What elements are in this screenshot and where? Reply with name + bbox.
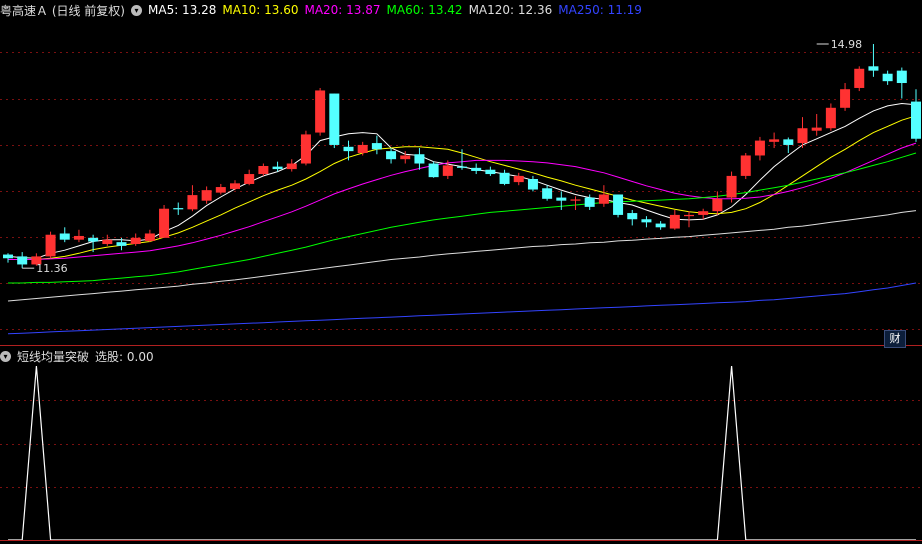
candle-body — [669, 214, 680, 229]
candle-body — [3, 254, 13, 259]
ma-legend-item: MA20: 13.87 — [304, 3, 381, 17]
candle-body — [258, 165, 269, 175]
candle-body — [911, 101, 921, 139]
candle-body — [329, 93, 340, 145]
candle-body — [712, 198, 723, 212]
ma-legend: MA5: 13.28 MA10: 13.60 MA20: 13.87 MA60: 13… — [148, 3, 648, 17]
candle-body — [726, 175, 737, 198]
candle-body — [698, 211, 709, 215]
candle-body — [570, 199, 581, 201]
indicator-value: 选股: 0.00 — [95, 349, 154, 364]
candle-body — [442, 165, 453, 176]
dropdown-toggle-icon[interactable]: ▾ — [131, 4, 142, 16]
indicator-header: ▾ 短线均量突破 选股: 0.00 — [0, 347, 160, 365]
candle-body — [754, 140, 765, 156]
candle — [854, 66, 865, 92]
candle-body — [627, 213, 638, 220]
candle-body — [215, 187, 226, 193]
candle-body — [783, 139, 794, 145]
candle-body — [527, 179, 538, 190]
candle-body — [740, 155, 751, 176]
candle-body — [684, 214, 694, 217]
annotation-label: 14.98 — [831, 38, 863, 51]
candle-body — [414, 154, 425, 164]
candle-body — [300, 134, 311, 164]
candle-body — [598, 194, 609, 204]
candle-body — [882, 73, 893, 82]
candle-body — [896, 70, 907, 84]
candle-body — [811, 127, 822, 131]
candle-body — [457, 166, 467, 168]
candle-body — [613, 194, 624, 215]
ma-legend-item: MA250: 11.19 — [558, 3, 642, 17]
candle-body — [159, 208, 170, 238]
candle-body — [315, 90, 326, 133]
candle-body — [428, 163, 439, 178]
candle-body — [73, 235, 84, 240]
candle — [329, 93, 340, 149]
candle-body — [102, 239, 113, 245]
candle-body — [201, 190, 212, 201]
candle-body — [655, 223, 666, 228]
ma-legend-item: MA10: 13.60 — [222, 3, 299, 17]
ma-legend-item: MA120: 12.36 — [468, 3, 553, 17]
ma-legend-item: MA60: 13.42 — [386, 3, 463, 17]
candle-body — [272, 166, 283, 170]
candle — [740, 152, 751, 179]
stock-chart: 11.36 14.98 — [0, 0, 922, 544]
candle-body — [499, 172, 510, 184]
candle-body — [485, 169, 496, 175]
candle-body — [854, 68, 865, 88]
indicator-title[interactable]: 短线均量突破 — [17, 348, 89, 365]
candle-body — [45, 234, 56, 257]
main-header: 粤高速Ａ (日线 前复权) ▾ MA5: 13.28 MA10: 13.60 MA2… — [0, 1, 654, 19]
candle — [428, 161, 439, 178]
candle-body — [386, 151, 397, 160]
candle — [300, 130, 311, 166]
candle-body — [513, 175, 524, 183]
candle-body — [244, 174, 255, 184]
candle-body — [130, 237, 141, 245]
candle-body — [556, 197, 567, 201]
indicator-dropdown-icon[interactable]: ▾ — [0, 350, 11, 362]
annotation-label: 11.36 — [36, 262, 68, 275]
candle-body — [542, 188, 553, 199]
candle-body — [173, 208, 184, 210]
candle-body — [400, 155, 411, 160]
candle-body — [17, 256, 28, 265]
candle-body — [797, 128, 808, 144]
candle-body — [286, 163, 297, 170]
candle-body — [641, 219, 652, 223]
candle — [315, 87, 326, 136]
candle-body — [471, 167, 482, 171]
candle-body — [584, 197, 595, 207]
candle-body — [187, 195, 198, 210]
candle-body — [144, 233, 155, 241]
candle-body — [88, 237, 99, 242]
ma-legend-item: MA5: 13.28 — [148, 3, 217, 17]
candle — [159, 205, 170, 238]
candle-body — [769, 139, 780, 142]
candle-body — [357, 144, 368, 153]
candle — [613, 194, 624, 218]
candle-body — [343, 146, 354, 152]
candle-body — [371, 143, 382, 150]
candle-body — [59, 233, 70, 240]
candle-body — [116, 242, 127, 246]
finance-info-button[interactable]: 财 — [884, 330, 906, 348]
candle-body — [825, 107, 836, 129]
candle-body — [868, 66, 879, 71]
candle-body — [840, 89, 851, 108]
candle-body — [230, 183, 240, 189]
stock-title: 粤高速Ａ (日线 前复权) — [0, 3, 125, 18]
candle — [45, 231, 56, 259]
